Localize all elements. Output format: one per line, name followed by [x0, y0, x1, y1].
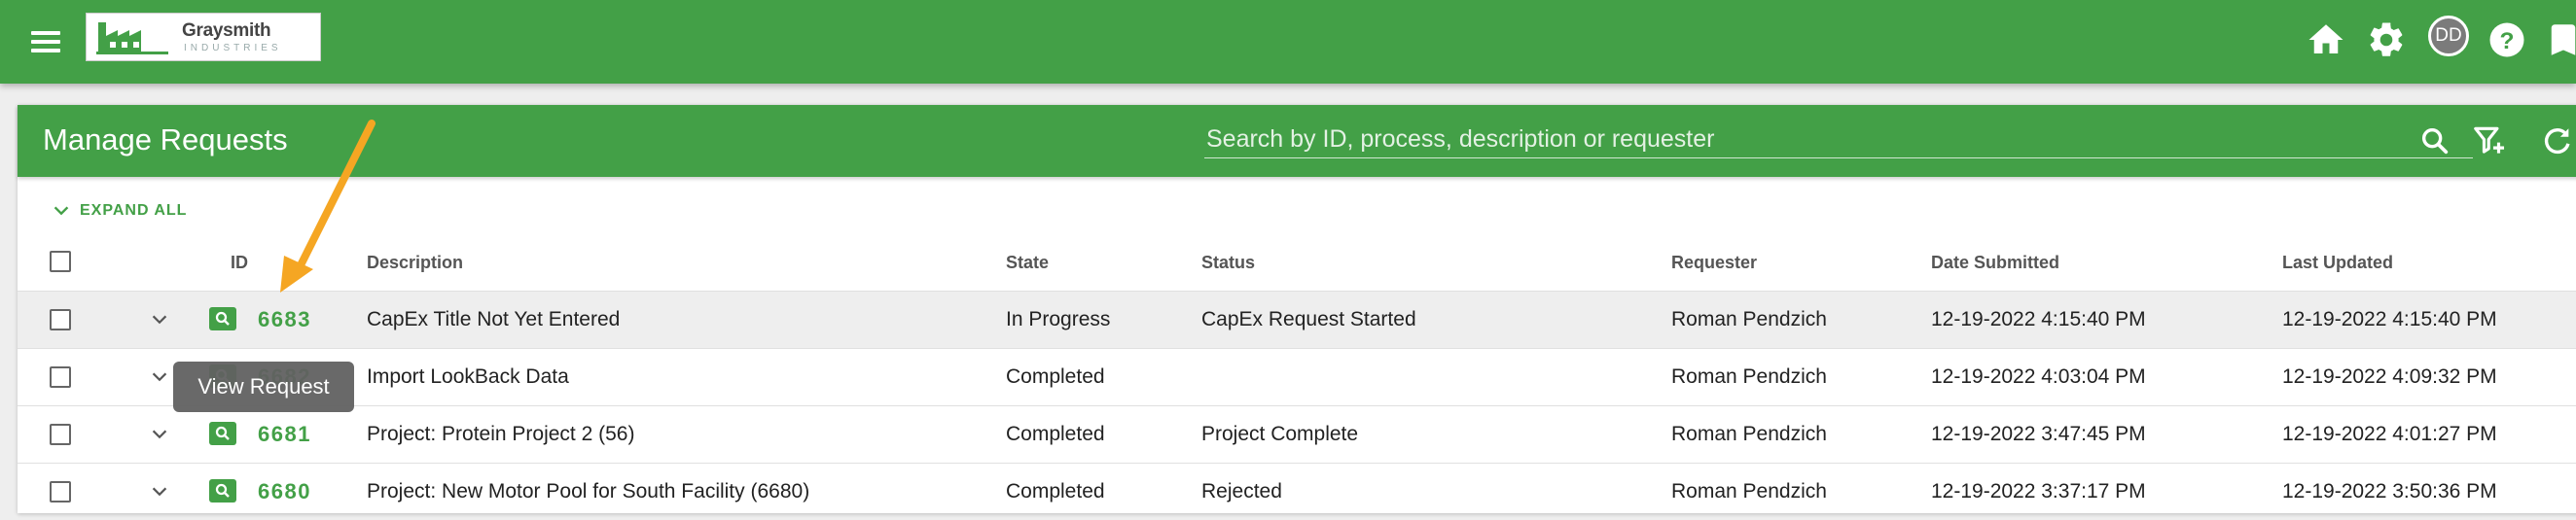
avatar[interactable]: DD: [2428, 16, 2469, 56]
table-row[interactable]: 6680 Project: New Motor Pool for South F…: [18, 463, 2576, 520]
cell-requester: Roman Pendzich: [1671, 365, 1827, 388]
column-header-requester[interactable]: Requester: [1671, 253, 1757, 273]
request-id-link[interactable]: 6681: [258, 422, 311, 447]
cell-last-updated: 12-19-2022 4:01:27 PM: [2282, 423, 2497, 445]
chevron-down-icon[interactable]: [148, 424, 171, 445]
row-checkbox[interactable]: [50, 366, 71, 388]
company-logo[interactable]: Graysmith INDUSTRIES: [86, 13, 321, 61]
cell-description: Project: Protein Project 2 (56): [367, 423, 635, 445]
cell-date-submitted: 12-19-2022 4:03:04 PM: [1931, 365, 2146, 388]
chevron-down-icon[interactable]: [148, 366, 171, 388]
page-title: Manage Requests: [43, 122, 288, 156]
table-row[interactable]: 6683 CapEx Title Not Yet Entered In Prog…: [18, 291, 2576, 348]
column-header-state[interactable]: State: [1006, 253, 1049, 273]
cell-state: Completed: [1006, 480, 1105, 503]
search-icon[interactable]: [2418, 124, 2451, 157]
card-header: Manage Requests: [18, 105, 2576, 177]
logo-name: Graysmith: [182, 20, 271, 41]
request-id-link[interactable]: 6683: [258, 307, 311, 332]
menu-icon[interactable]: [21, 17, 70, 66]
cell-description: Project: New Motor Pool for South Facili…: [367, 480, 810, 503]
cell-state: Completed: [1006, 423, 1105, 445]
cell-requester: Roman Pendzich: [1671, 480, 1827, 503]
cell-description: CapEx Title Not Yet Entered: [367, 308, 621, 330]
cell-state: In Progress: [1006, 308, 1111, 330]
cell-last-updated: 12-19-2022 3:50:36 PM: [2282, 480, 2497, 503]
view-request-button[interactable]: [209, 479, 236, 503]
view-request-button[interactable]: [209, 422, 236, 445]
row-checkbox[interactable]: [50, 309, 71, 330]
column-header-last-updated[interactable]: Last Updated: [2282, 253, 2393, 273]
request-id-link[interactable]: 6680: [258, 479, 311, 504]
gear-icon[interactable]: [2366, 19, 2407, 60]
logo-subtitle: INDUSTRIES: [184, 43, 282, 53]
row-checkbox[interactable]: [50, 424, 71, 445]
column-header-date-submitted[interactable]: Date Submitted: [1931, 253, 2059, 273]
chevron-down-icon[interactable]: [148, 309, 171, 330]
expand-all-label: EXPAND ALL: [80, 202, 188, 219]
search-icon: [215, 483, 230, 498]
search-input[interactable]: [1204, 121, 2473, 158]
table-row[interactable]: 6682 Import LookBack Data Completed Roma…: [18, 348, 2576, 405]
table-row[interactable]: 6681 Project: Protein Project 2 (56) Com…: [18, 405, 2576, 463]
cell-status: Project Complete: [1201, 423, 1359, 445]
cell-state: Completed: [1006, 365, 1105, 388]
cell-status: Rejected: [1201, 480, 1282, 503]
cell-requester: Roman Pendzich: [1671, 423, 1827, 445]
refresh-icon[interactable]: [2541, 124, 2574, 157]
column-header-id[interactable]: ID: [231, 253, 248, 273]
column-header-status[interactable]: Status: [1201, 253, 1255, 273]
select-all-checkbox[interactable]: [50, 251, 71, 272]
app-bar: Graysmith INDUSTRIES DD ?: [0, 0, 2576, 84]
chevron-down-icon[interactable]: [148, 481, 171, 503]
view-request-button[interactable]: [209, 307, 236, 330]
view-request-tooltip: View Request: [173, 362, 354, 412]
cell-description: Import LookBack Data: [367, 365, 569, 388]
factory-icon: [96, 22, 168, 54]
search-icon: [215, 426, 230, 440]
svg-text:?: ?: [2500, 28, 2515, 54]
row-checkbox[interactable]: [50, 481, 71, 503]
chevron-down-icon: [54, 206, 69, 216]
cell-requester: Roman Pendzich: [1671, 308, 1827, 330]
cell-status: CapEx Request Started: [1201, 308, 1416, 330]
cell-date-submitted: 12-19-2022 3:47:45 PM: [1931, 423, 2146, 445]
cell-date-submitted: 12-19-2022 4:15:40 PM: [1931, 308, 2146, 330]
requests-card: Manage Requests EXPAND ALL ID Descriptio…: [18, 105, 2576, 513]
cell-last-updated: 12-19-2022 4:09:32 PM: [2282, 365, 2497, 388]
cell-date-submitted: 12-19-2022 3:37:17 PM: [1931, 480, 2146, 503]
home-icon[interactable]: [2306, 19, 2346, 60]
filter-add-icon[interactable]: [2471, 122, 2508, 159]
search-icon: [215, 311, 230, 326]
help-icon[interactable]: ?: [2487, 19, 2527, 60]
bookmark-icon[interactable]: [2543, 19, 2576, 60]
cell-last-updated: 12-19-2022 4:15:40 PM: [2282, 308, 2497, 330]
annotation-arrow: [280, 120, 376, 293]
